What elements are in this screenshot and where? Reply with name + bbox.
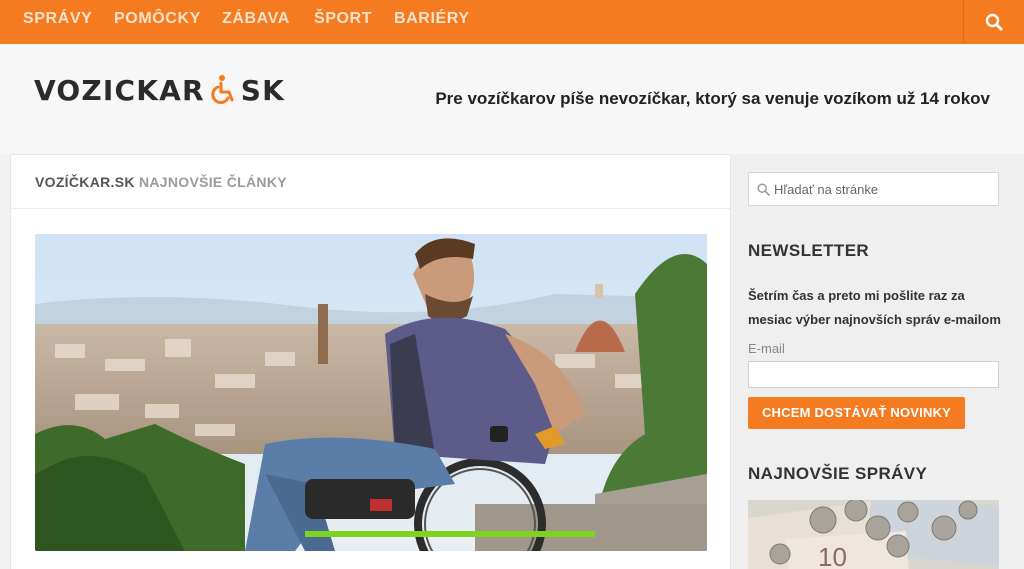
nav-search-button[interactable] — [964, 0, 1024, 44]
logo-text-right: SK — [240, 73, 286, 107]
search-input[interactable] — [774, 181, 994, 197]
search-icon — [757, 182, 770, 196]
featured-photo — [35, 234, 707, 551]
latest-news-title: NAJNOVŠIE SPRÁVY — [748, 464, 928, 483]
latest-news-thumbnail[interactable]: 10 — [748, 500, 999, 569]
sidebar: NEWSLETTER Šetrím čas a preto mi pošlite… — [732, 154, 1024, 569]
nav-item-sport[interactable]: ŠPORT — [314, 0, 372, 37]
wheelchair-icon — [211, 75, 234, 104]
search-icon — [985, 13, 1003, 31]
section-heading: VOZÍČKAR.SK NAJNOVŠIE ČLÁNKY — [11, 155, 730, 209]
svg-text:10: 10 — [818, 542, 847, 569]
email-label: E-mail — [748, 341, 785, 356]
site-tagline: Pre vozíčkarov píše nevozíčkar, ktorý sa… — [435, 89, 990, 108]
nav-item-zabava[interactable]: ZÁBAVA — [222, 0, 290, 37]
section-heading-title: NAJNOVŠIE ČLÁNKY — [138, 174, 287, 190]
nav-item-pomocky[interactable]: POMÔCKY — [114, 0, 201, 37]
subscribe-button[interactable]: CHCEM DOSTÁVAŤ NOVINKY — [748, 397, 965, 429]
main-content: VOZÍČKAR.SK NAJNOVŠIE ČLÁNKY — [10, 154, 731, 569]
logo-text-left: VOZICKAR — [34, 73, 205, 107]
money-photo: 10 — [748, 500, 999, 569]
section-heading-brand: VOZÍČKAR.SK — [35, 174, 135, 190]
top-navigation: SPRÁVY POMÔCKY ZÁBAVA ŠPORT BARIÉRY — [0, 0, 1024, 44]
newsletter-title: NEWSLETTER — [748, 241, 870, 260]
newsletter-description: Šetrím čas a preto mi pošlite raz za mes… — [748, 288, 1001, 327]
nav-item-spravy[interactable]: SPRÁVY — [23, 0, 92, 37]
site-logo[interactable]: VOZICKAR SK — [34, 73, 285, 107]
featured-article-image[interactable] — [35, 234, 707, 551]
email-field[interactable] — [748, 361, 999, 388]
nav-item-bariery[interactable]: BARIÉRY — [394, 0, 470, 37]
site-search[interactable] — [748, 172, 999, 206]
site-header: VOZICKAR SK Pre vozíčkarov píše nevozíčk… — [0, 44, 1024, 154]
